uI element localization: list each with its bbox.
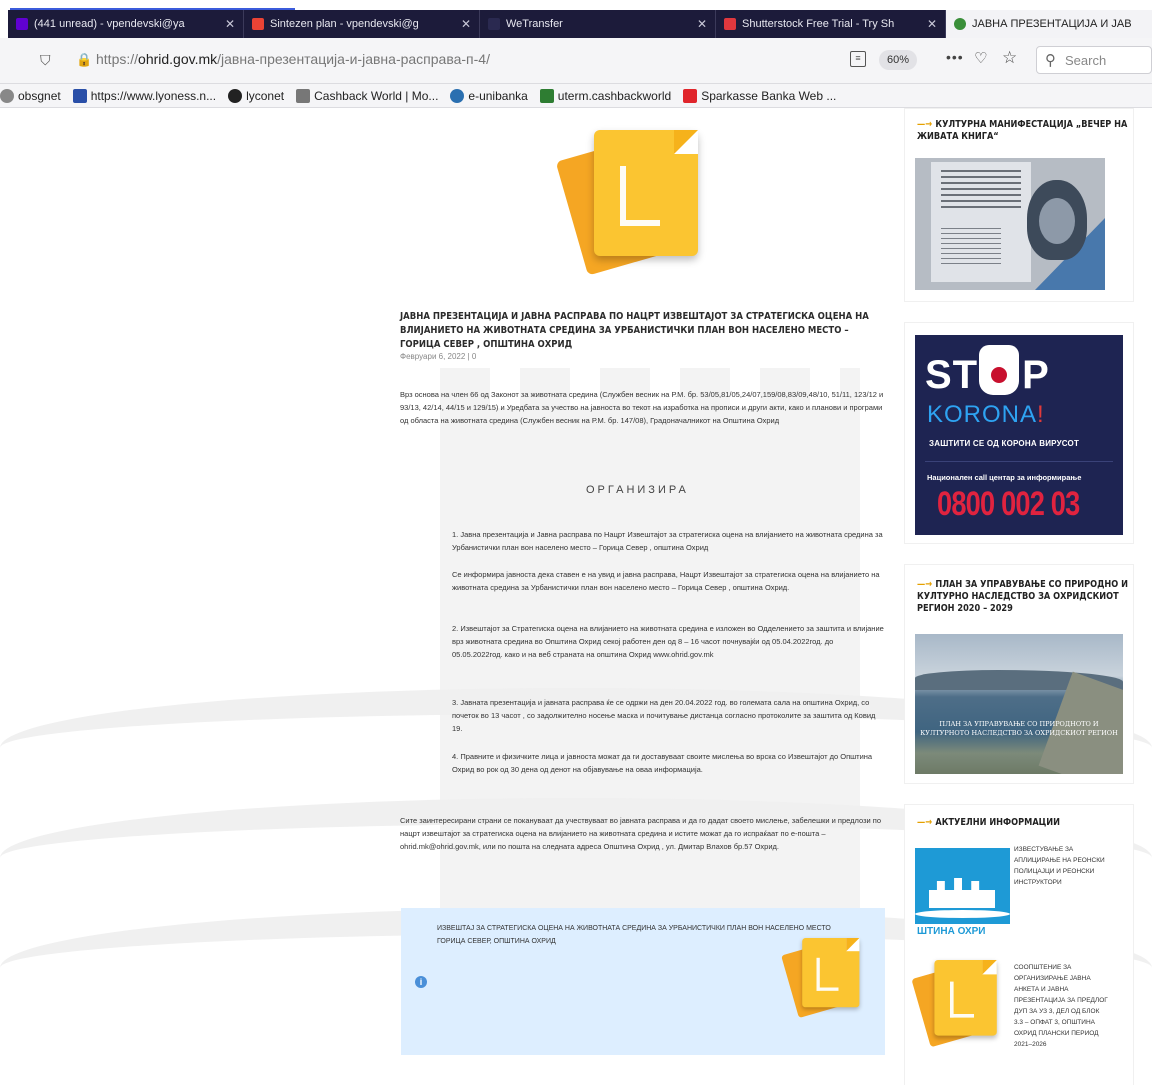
arrow-icon: —→: [917, 119, 933, 130]
article-paragraph: 2. Извештајот за Стратегиска оцена на вл…: [452, 624, 884, 659]
close-icon[interactable]: ✕: [461, 17, 471, 31]
top-link-underline[interactable]: [10, 0, 295, 10]
document-icon: [555, 130, 700, 276]
tab-title: Shutterstock Free Trial - Try Sh: [742, 18, 895, 30]
wetransfer-icon: [488, 18, 500, 30]
globe-icon: [450, 88, 465, 103]
korona-word: KORONA!: [927, 401, 1045, 428]
globe-icon: [954, 18, 966, 30]
bookmark-star-icon[interactable]: ☆: [1002, 48, 1017, 68]
bookmarks-toolbar: obsgnet https://www.lyoness.n... lyconet…: [0, 84, 1152, 108]
portrait-image: [1027, 180, 1087, 260]
arrow-icon: —→: [917, 817, 933, 828]
sidebar-plan-title-text: ПЛАН ЗА УПРАВУВАЊЕ СО ПРИРОДНО И КУЛТУРН…: [917, 579, 1128, 614]
news-item-link[interactable]: СООПШТЕНИЕ ЗА ОРГАНИЗИРАЊЕ ЈАВНА АНКЕТА …: [1014, 962, 1110, 1050]
stop-hand-icon: [979, 345, 1019, 395]
tab-bar: (441 unread) - vpendevski@ya ✕ Sintezen …: [8, 10, 1152, 38]
bookmark-lyoness[interactable]: https://www.lyoness.n...: [72, 88, 217, 103]
bookmark-label: lyconet: [246, 88, 285, 103]
bookmark-label: https://www.lyoness.n...: [90, 88, 217, 103]
document-icon: [911, 960, 998, 1048]
tab-ohrid-active[interactable]: ЈАВНА ПРЕЗЕНТАЦИЈА И ЈАВ: [946, 10, 1152, 38]
bookmark-label: Cashback World | Mo...: [314, 88, 439, 103]
lyoness-icon: [72, 88, 87, 103]
gmail-icon: [252, 18, 264, 30]
tab-title: Sintezen plan - vpendevski@g: [270, 18, 419, 30]
close-icon[interactable]: ✕: [927, 17, 937, 31]
cashback-icon: [296, 88, 311, 103]
navigation-bar: ⛉ 🔒 https://ohrid.gov.mk/јавна-презентац…: [0, 38, 1152, 84]
call-center-label: Национален call центар за информирање: [927, 473, 1082, 482]
search-icon: ⚲: [1045, 52, 1056, 69]
article-paragraph: 1. Јавна презентација и Јавна расправа п…: [452, 530, 883, 552]
lock-icon[interactable]: 🔒: [76, 52, 92, 68]
bookmark-label: e-unibanka: [468, 88, 528, 103]
plan-image-caption: ПЛАН ЗА УПРАВУВАЊЕ СО ПРИРОДНОТО И КУЛТУ…: [920, 720, 1118, 737]
bookmark-lyconet[interactable]: lyconet: [228, 88, 285, 103]
sidebar-plan-title[interactable]: —→ ПЛАН ЗА УПРАВУВАЊЕ СО ПРИРОДНО И КУЛТУ…: [917, 579, 1130, 615]
uterm-icon: [539, 88, 554, 103]
yahoo-mail-icon: [16, 18, 28, 30]
url-prefix: https://: [96, 51, 139, 67]
bookmark-e-unibanka[interactable]: e-unibanka: [450, 88, 528, 103]
article-intro: Врз основа на член 66 од Законот за живо…: [400, 390, 884, 425]
castle-icon: [929, 878, 995, 908]
more-actions-icon[interactable]: •••: [946, 49, 964, 65]
tab-title: WeTransfer: [506, 18, 563, 30]
sidebar-news-title-text: АКТУЕЛНИ ИНФОРМАЦИИ: [935, 817, 1061, 828]
tab-shutterstock[interactable]: Shutterstock Free Trial - Try Sh ✕: [716, 10, 946, 38]
url-domain: ohrid.gov.mk: [138, 51, 218, 67]
call-center-number: 0800 002 03: [937, 485, 1080, 523]
ohrid-municipality-logo[interactable]: ШТИНА ОХРИ: [915, 848, 1010, 940]
bookmark-uterm[interactable]: uterm.cashbackworld: [539, 88, 672, 103]
pocket-icon[interactable]: ♡: [974, 49, 987, 67]
reader-view-icon[interactable]: ≡: [850, 51, 866, 67]
globe-icon: [0, 88, 14, 103]
web-page: ЈАВНА ПРЕЗЕНТАЦИЈА И ЈАВНА РАСПРАВА ПО Н…: [0, 108, 1152, 1085]
tab-wetransfer[interactable]: WeTransfer ✕: [480, 10, 716, 38]
logo-text: ШТИНА ОХРИ: [915, 924, 1010, 940]
document-icon: [781, 938, 861, 1019]
tracking-shield-icon[interactable]: ⛉: [40, 52, 51, 69]
bookmark-cashback-world[interactable]: Cashback World | Mo...: [296, 88, 439, 103]
article-paragraph: 4. Правните и физичките лица и јавноста …: [452, 752, 873, 774]
sidebar-event-title[interactable]: —→ КУЛТУРНА МАНИФЕСТАЦИЈА „ВЕЧЕР НА ЖИВАТ…: [917, 119, 1130, 143]
bookmark-label: uterm.cashbackworld: [557, 88, 672, 103]
tab-title: (441 unread) - vpendevski@ya: [34, 18, 185, 30]
event-poster-image[interactable]: [915, 158, 1105, 290]
stop-korona-banner[interactable]: ST P KORONA! ЗАШТИТИ СЕ ОД КОРОНА ВИРУСОТ…: [915, 335, 1123, 535]
article-paragraph: 3. Јавната презентација и јавната распра…: [452, 698, 876, 733]
zoom-level-badge[interactable]: 60%: [879, 50, 918, 70]
article-meta: Февруари 6, 2022 | 0: [400, 352, 477, 361]
bookmark-obsgnet[interactable]: obsgnet: [0, 88, 61, 103]
tab-title: ЈАВНА ПРЕЗЕНТАЦИЈА И ЈАВ: [972, 18, 1132, 30]
info-icon: i: [415, 976, 427, 988]
search-placeholder: Search: [1065, 53, 1107, 68]
article-closing: Сите заинтересирани страни се покануваат…: [400, 816, 882, 851]
tab-gmail[interactable]: Sintezen plan - vpendevski@g ✕: [244, 10, 480, 38]
sidebar-news-title: —→ АКТУЕЛНИ ИНФОРМАЦИИ: [917, 817, 1130, 829]
shutterstock-icon: [724, 18, 736, 30]
search-input[interactable]: ⚲ Search: [1036, 46, 1152, 74]
article-paragraph: Се информира јавноста дека ставен е на у…: [452, 570, 880, 592]
close-icon[interactable]: ✕: [697, 17, 707, 31]
organizes-heading: ОРГАНИЗИРА: [586, 484, 689, 496]
arrow-icon: —→: [917, 579, 933, 590]
bookmark-label: Sparkasse Banka Web ...: [701, 88, 837, 103]
tab-yahoo-mail[interactable]: (441 unread) - vpendevski@ya ✕: [8, 10, 244, 38]
lyconet-icon: [228, 88, 243, 103]
article-title: ЈАВНА ПРЕЗЕНТАЦИЈА И ЈАВНА РАСПРАВА ПО Н…: [400, 311, 869, 350]
url-path: /јавна-презентација-и-јавна-расправа-п-4…: [217, 51, 490, 67]
close-icon[interactable]: ✕: [225, 17, 235, 31]
sparkasse-icon: [683, 88, 698, 103]
news-item-link[interactable]: ИЗВЕСТУВАЊЕ ЗА АПЛИЦИРАЊЕ НА РЕОНСКИ ПОЛ…: [1014, 844, 1110, 888]
sidebar-event-title-text: КУЛТУРНА МАНИФЕСТАЦИЈА „ВЕЧЕР НА ЖИВАТА …: [917, 119, 1128, 142]
stop-korona-subtitle: ЗАШТИТИ СЕ ОД КОРОНА ВИРУСОТ: [929, 439, 1080, 448]
ohrid-lake-image[interactable]: ПЛАН ЗА УПРАВУВАЊЕ СО ПРИРОДНОТО И КУЛТУ…: [915, 634, 1123, 774]
url-bar[interactable]: https://ohrid.gov.mk/јавна-презентација-…: [96, 51, 490, 67]
bookmark-label: obsgnet: [18, 88, 61, 103]
attachment-box[interactable]: ИЗВЕШТАЈ ЗА СТРАТЕГИСКА ОЦЕНА НА ЖИВОТНА…: [401, 908, 885, 1055]
bookmark-sparkasse[interactable]: Sparkasse Banka Web ...: [683, 88, 837, 103]
